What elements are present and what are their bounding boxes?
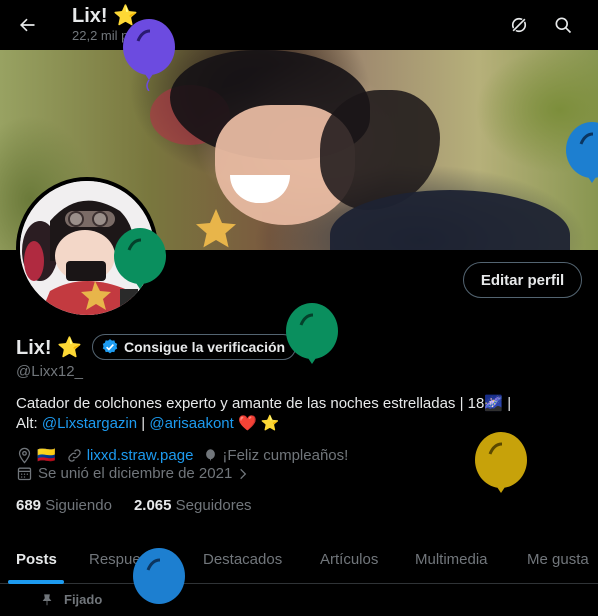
balloon-decoration-icon	[123, 19, 175, 91]
tab-articles[interactable]: Artículos	[320, 534, 378, 584]
alt-account-link[interactable]: @arisaakont	[149, 415, 233, 432]
verified-badge-icon	[102, 339, 118, 354]
get-verified-button[interactable]: Consigue la verificación	[92, 334, 297, 360]
alt-account-link[interactable]: @Lixstargazin	[42, 415, 137, 432]
bio-emoji: ❤️ ⭐	[233, 415, 280, 432]
active-tab-indicator	[8, 580, 64, 584]
bio-alt-prefix: Alt:	[16, 415, 42, 432]
followers-label: Seguidores	[175, 497, 252, 514]
bio-separator: |	[137, 415, 150, 432]
profile-tabs: Posts Respuestas Destacados Artículos Mu…	[0, 534, 598, 584]
search-button[interactable]	[546, 8, 580, 42]
following-count: 689	[16, 497, 42, 514]
profile-handle: @Lixx12_	[16, 363, 83, 380]
tab-posts[interactable]: Posts	[16, 534, 57, 584]
location-flag: 🇨🇴	[37, 447, 56, 464]
grok-button[interactable]	[502, 8, 536, 42]
profile-name: Lix! ⭐	[16, 336, 83, 359]
joined-date: Se unió el diciembre de 2021	[38, 465, 233, 482]
followers-count: 2.065	[133, 497, 172, 514]
birthday-text: ¡Feliz cumpleaños!	[222, 446, 349, 464]
tab-highlights[interactable]: Destacados	[203, 534, 282, 584]
profile-header: Lix! ⭐ 22,2 mil posts	[0, 0, 598, 50]
followers-link[interactable]: 2.065 Seguidores	[134, 497, 252, 514]
balloon-decoration-icon	[133, 548, 185, 604]
edit-profile-button[interactable]: Editar perfil	[463, 262, 582, 298]
link-icon	[67, 448, 81, 462]
chevron-right-icon[interactable]	[236, 467, 250, 481]
profile-bio: Catador de colchones experto y amante de…	[16, 394, 576, 434]
location-icon	[18, 447, 31, 464]
pinned-indicator: Fijado	[40, 592, 102, 607]
balloon-decoration-icon	[114, 228, 166, 289]
back-arrow-icon	[20, 18, 35, 32]
tab-likes[interactable]: Me gusta	[527, 534, 589, 584]
balloon-decoration-icon	[286, 303, 338, 364]
search-icon	[555, 17, 572, 34]
back-button[interactable]	[10, 8, 44, 42]
website-link[interactable]: lixxd.straw.page	[87, 447, 194, 464]
bio-line: Catador de colchones experto y amante de…	[16, 395, 512, 412]
get-verified-label: Consigue la verificación	[124, 339, 286, 355]
tab-media[interactable]: Multimedia	[415, 534, 488, 584]
balloon-decoration-icon	[475, 432, 527, 493]
star-decoration-icon	[196, 209, 236, 248]
following-label: Siguiendo	[45, 497, 112, 514]
grok-icon	[511, 17, 527, 33]
balloon-icon	[206, 448, 216, 461]
following-link[interactable]: 689 Siguiendo	[16, 497, 112, 514]
pinned-label: Fijado	[64, 592, 103, 607]
balloon-decoration-icon	[566, 122, 598, 183]
pin-icon	[42, 593, 52, 605]
calendar-icon	[17, 467, 32, 481]
